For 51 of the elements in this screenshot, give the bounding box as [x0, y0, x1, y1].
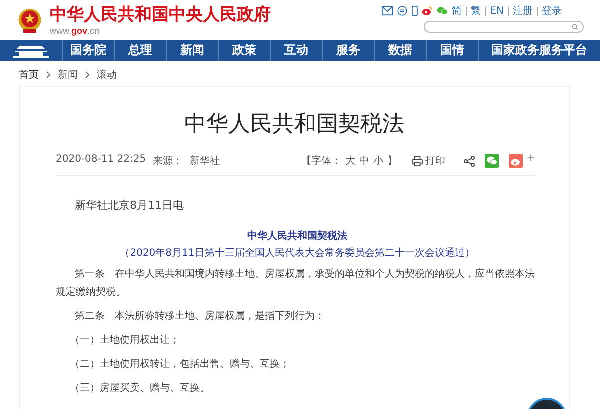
font-size-link[interactable]: 小 [374, 154, 384, 168]
chevron-icon [85, 71, 90, 79]
paragraph: 第一条 在中华人民共和国境内转移土地、房屋权属，承受的单位和个人为契税的纳税人，应当依照本法规定缴纳契税。 [56, 268, 536, 300]
top-link[interactable]: 简 [452, 4, 462, 18]
mail-icon[interactable] [382, 6, 394, 16]
nav-tab[interactable]: 服务 [323, 40, 375, 61]
phone-icon[interactable] [412, 6, 418, 16]
font-size-label: 【字体： [302, 154, 342, 168]
weibo-icon[interactable] [422, 6, 434, 16]
breadcrumb-link[interactable]: 滚动 [97, 68, 117, 82]
top-link[interactable]: 注册 [513, 4, 533, 18]
law-title: 中华人民共和国契税法 [246, 230, 348, 243]
breadcrumb-link[interactable]: 首页 [19, 68, 39, 82]
paragraph: （一）土地使用权出让； [69, 334, 181, 348]
print-link[interactable]: 打印 [426, 154, 446, 168]
site-title: 中华人民共和国中央人民政府 [50, 6, 271, 24]
dateline: 新华社北京8月11日电 [74, 198, 185, 213]
top-link[interactable]: 登录 [542, 4, 562, 18]
law-subtitle: （2020年8月11日第十三届全国人民代表大会常务委员会第二十一次会议通过） [119, 246, 476, 260]
building-logo-icon[interactable] [10, 44, 52, 58]
font-size-link[interactable]: 大 [346, 154, 356, 168]
wechat-share-icon[interactable] [484, 154, 499, 168]
paragraph: （二）土地使用权转让，包括出售、赠与、互换； [69, 358, 291, 372]
article-title: 中华人民共和国契税法 [184, 111, 406, 139]
nav-tab[interactable]: 国情 [427, 40, 479, 61]
weibo-share-icon[interactable] [508, 154, 523, 168]
font-size-link[interactable]: 中 [360, 154, 370, 168]
paragraph: （三）房屋买卖、赠与、互换。 [69, 382, 211, 396]
source-name: 新华社 [190, 154, 220, 168]
nav-tab[interactable]: 国务院 [63, 40, 115, 61]
site-url: www.gov.cn [50, 26, 101, 36]
chevron-icon [46, 71, 51, 79]
font-size-bracket: 】 [388, 154, 398, 168]
nav-tab[interactable]: 数据 [375, 40, 427, 61]
top-link[interactable]: 繁 [471, 4, 482, 18]
national-emblem-icon [16, 7, 44, 35]
search-icon[interactable] [572, 24, 579, 30]
nav-tab[interactable]: 国家政务服务平台 [479, 40, 600, 61]
paragraph: 第二条 本法所称转移土地、房屋权属，是指下列行为： [74, 310, 326, 324]
message-icon[interactable] [397, 6, 408, 16]
source-label: 来源： [153, 154, 184, 168]
share-icon[interactable] [464, 156, 475, 166]
nav-tab[interactable]: 总理 [115, 40, 167, 61]
breadcrumb-link[interactable]: 新闻 [58, 68, 78, 82]
nav-tab[interactable]: 互动 [271, 40, 323, 61]
top-link[interactable]: EN [490, 6, 504, 16]
search-field[interactable] [424, 21, 584, 33]
nav-tab[interactable]: 新闻 [167, 40, 219, 61]
publish-date: 2020-08-11 22:25 [56, 154, 146, 167]
nav-tab[interactable]: 政策 [219, 40, 271, 61]
printer-icon[interactable] [412, 156, 423, 166]
